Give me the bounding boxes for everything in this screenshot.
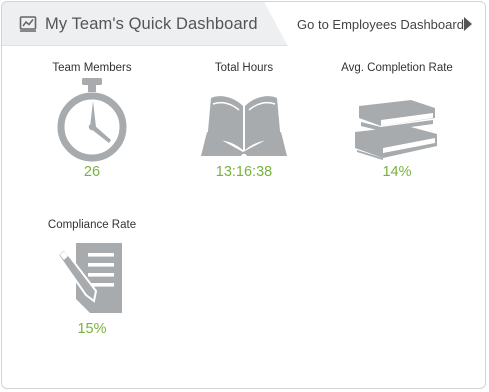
card-header: My Team's Quick Dashboard Go to Employee… xyxy=(2,2,485,46)
tile-label: Compliance Rate xyxy=(47,219,137,231)
tile-label: Team Members xyxy=(52,62,132,74)
tile-value: 13:16:38 xyxy=(215,164,273,180)
card-title: My Team's Quick Dashboard xyxy=(19,13,258,35)
stacked-books-icon xyxy=(355,100,437,160)
tile-label: Avg. Completion Rate xyxy=(341,62,453,74)
tile-value: 14% xyxy=(382,164,412,180)
go-to-employees-dashboard-label: Go to Employees Dashboard xyxy=(297,17,464,32)
tile-compliance-rate: Compliance Rate 15% xyxy=(17,217,167,339)
chart-board-icon xyxy=(19,15,37,33)
document-pen-icon xyxy=(56,243,122,313)
open-book-icon xyxy=(201,96,287,156)
tile-team-members: Team Members 26 xyxy=(17,60,167,182)
stopwatch-icon xyxy=(57,78,127,162)
tile-value: 26 xyxy=(83,164,101,180)
go-to-employees-dashboard-link[interactable]: Go to Employees Dashboard xyxy=(264,2,485,46)
tile-value: 15% xyxy=(77,321,107,337)
triangle-right-icon xyxy=(464,17,472,31)
tile-label: Total Hours xyxy=(214,62,274,74)
tile-total-hours: Total Hours 13:16:38 xyxy=(169,60,319,182)
tile-avg-completion-rate: Avg. Completion Rate 14% xyxy=(322,60,472,182)
quick-dashboard-card: My Team's Quick Dashboard Go to Employee… xyxy=(1,1,486,389)
card-title-text: My Team's Quick Dashboard xyxy=(45,14,258,33)
